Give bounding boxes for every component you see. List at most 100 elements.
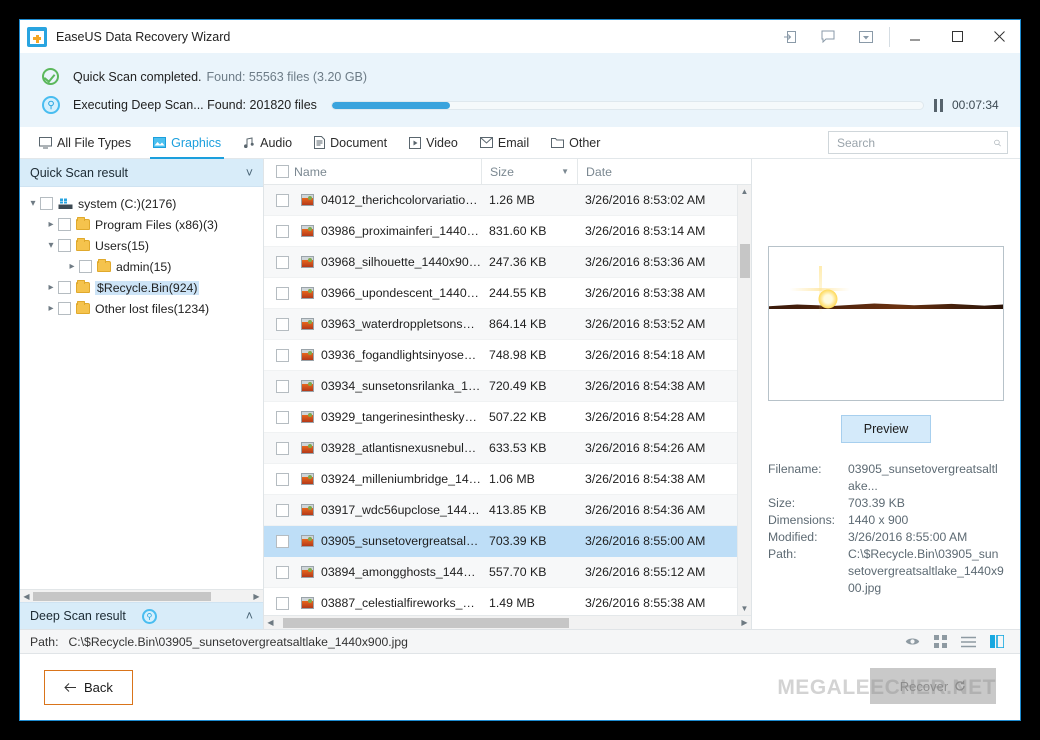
tree-item-program-files[interactable]: ▸ Program Files (x86)(3): [20, 214, 263, 235]
scroll-left-icon[interactable]: ◀: [264, 618, 277, 627]
row-checkbox[interactable]: [276, 596, 289, 610]
row-checkbox[interactable]: [276, 441, 289, 455]
pause-icon[interactable]: [934, 98, 943, 112]
tree-checkbox[interactable]: [79, 260, 92, 273]
chevron-right-icon[interactable]: ▸: [44, 303, 58, 314]
tab-other[interactable]: Other: [540, 127, 611, 158]
list-view-icon[interactable]: [961, 636, 976, 648]
minimize-icon[interactable]: [894, 20, 936, 53]
column-header-date[interactable]: Date: [577, 158, 737, 185]
tree-checkbox[interactable]: [40, 197, 53, 210]
table-row[interactable]: 03928_atlantisnexusnebula_144... 633.53 …: [264, 433, 737, 464]
deep-scan-result-header[interactable]: Deep Scan result ⚲ ˄: [20, 602, 263, 629]
scroll-thumb[interactable]: [739, 244, 750, 278]
tree-checkbox[interactable]: [58, 239, 71, 252]
row-checkbox[interactable]: [276, 224, 289, 238]
split-view-icon[interactable]: [990, 635, 1004, 648]
tab-all-file-types[interactable]: All File Types: [28, 127, 142, 158]
scroll-track[interactable]: [277, 617, 738, 628]
tree-item-users[interactable]: ▾ Users(15): [20, 235, 263, 256]
table-row[interactable]: 03887_celestialfireworks_1440x... 1.49 M…: [264, 588, 737, 615]
table-row[interactable]: 03986_proximainferi_1440x900.... 831.60 …: [264, 216, 737, 247]
row-checkbox[interactable]: [276, 534, 289, 548]
tab-email[interactable]: Email: [469, 127, 540, 158]
row-checkbox[interactable]: [276, 410, 289, 424]
table-row[interactable]: 03934_sunsetonsrilanka_1440x... 720.49 K…: [264, 371, 737, 402]
row-checkbox[interactable]: [276, 348, 289, 362]
column-header-name[interactable]: Name: [264, 165, 481, 179]
login-icon[interactable]: [771, 20, 809, 53]
app-title: EaseUS Data Recovery Wizard: [56, 29, 231, 44]
sidebar-horizontal-scrollbar[interactable]: ◀ ▶: [20, 589, 263, 602]
preview-button-wrap: Preview: [752, 415, 1020, 443]
tab-audio[interactable]: Audio: [232, 127, 303, 158]
meta-modified: Modified: 3/26/2016 8:55:00 AM: [768, 529, 1004, 546]
column-header-size[interactable]: Size ▼: [481, 158, 577, 185]
tree-checkbox[interactable]: [58, 218, 71, 231]
tab-video[interactable]: Video: [398, 127, 469, 158]
chevron-right-icon[interactable]: ▸: [65, 261, 79, 272]
chevron-right-icon[interactable]: ▸: [44, 219, 58, 230]
scroll-track[interactable]: [738, 198, 752, 602]
close-icon[interactable]: [978, 20, 1020, 53]
maximize-icon[interactable]: [936, 20, 978, 53]
scroll-left-icon[interactable]: ◀: [20, 592, 33, 601]
search-input[interactable]: [835, 134, 994, 151]
file-list-vertical-scrollbar[interactable]: ▲ ▼: [737, 185, 751, 615]
preview-thumbnail[interactable]: [768, 246, 1004, 401]
row-checkbox[interactable]: [276, 317, 289, 331]
chevron-down-icon[interactable]: ˅: [246, 166, 253, 180]
file-list-horizontal-scrollbar[interactable]: ◀ ▶: [264, 615, 751, 629]
table-row[interactable]: 04012_therichcolorvariationsof... 1.26 M…: [264, 185, 737, 216]
tree-item-system[interactable]: ▾ system (C:)(2176): [20, 193, 263, 214]
preview-button[interactable]: Preview: [840, 415, 932, 443]
table-row[interactable]: 03924_milleniumbridge_1440x9... 1.06 MB …: [264, 464, 737, 495]
table-row[interactable]: 03963_waterdroppletsonsunro... 864.14 KB…: [264, 309, 737, 340]
scroll-right-icon[interactable]: ▶: [738, 618, 751, 627]
scroll-thumb[interactable]: [283, 617, 569, 628]
table-row[interactable]: 03966_upondescent_1440x900.... 244.55 KB…: [264, 278, 737, 309]
grid-view-icon[interactable]: [934, 635, 947, 648]
row-checkbox[interactable]: [276, 379, 289, 393]
file-size: 1.49 MB: [489, 596, 535, 610]
row-checkbox[interactable]: [276, 286, 289, 300]
row-checkbox[interactable]: [276, 472, 289, 486]
tree-checkbox[interactable]: [58, 302, 71, 315]
tab-document[interactable]: Document: [303, 127, 398, 158]
chevron-down-icon[interactable]: ▾: [26, 198, 40, 209]
table-row[interactable]: 03917_wdc56upclose_1440x90... 413.85 KB …: [264, 495, 737, 526]
tree-checkbox[interactable]: [58, 281, 71, 294]
file-date: 3/26/2016 8:55:00 AM: [585, 534, 706, 548]
row-checkbox[interactable]: [276, 503, 289, 517]
table-row-selected[interactable]: 03905_sunsetovergreatsaltlake... 703.39 …: [264, 526, 737, 557]
sort-descending-icon[interactable]: ▼: [561, 167, 569, 176]
scroll-thumb[interactable]: [33, 591, 211, 601]
tree-item-admin[interactable]: ▸ admin(15): [20, 256, 263, 277]
scroll-track[interactable]: [33, 591, 250, 601]
table-row[interactable]: 03929_tangerinesinthesky_1440... 507.22 …: [264, 402, 737, 433]
table-row[interactable]: 03968_silhouette_1440x900.jpg 247.36 KB …: [264, 247, 737, 278]
row-checkbox[interactable]: [276, 255, 289, 269]
tree-item-recycle-bin[interactable]: ▸ $Recycle.Bin(924): [20, 277, 263, 298]
chevron-up-icon[interactable]: ˄: [246, 609, 253, 623]
chevron-down-icon[interactable]: ▾: [44, 240, 58, 251]
table-row[interactable]: 03936_fogandlightsinyosemite... 748.98 K…: [264, 340, 737, 371]
chevron-right-icon[interactable]: ▸: [44, 282, 58, 293]
table-row[interactable]: 03894_amongghosts_1440x900... 557.70 KB …: [264, 557, 737, 588]
select-all-checkbox[interactable]: [276, 165, 289, 178]
scroll-down-icon[interactable]: ▼: [741, 602, 749, 615]
file-metadata: Filename: 03905_sunsetovergreatsaltlake.…: [768, 461, 1004, 597]
row-checkbox[interactable]: [276, 565, 289, 579]
scroll-up-icon[interactable]: ▲: [741, 185, 749, 198]
eye-icon[interactable]: [905, 636, 920, 647]
search-box[interactable]: [828, 131, 1008, 154]
back-button[interactable]: Back: [44, 669, 133, 705]
tab-graphics[interactable]: Graphics: [142, 127, 232, 159]
row-checkbox[interactable]: [276, 193, 289, 207]
scroll-right-icon[interactable]: ▶: [250, 592, 263, 601]
scan-icon: ⚲: [141, 608, 157, 624]
dropdown-icon[interactable]: [847, 20, 885, 53]
quick-scan-result-header[interactable]: Quick Scan result ˅: [20, 159, 263, 187]
feedback-icon[interactable]: [809, 20, 847, 53]
tree-item-other-lost-files[interactable]: ▸ Other lost files(1234): [20, 298, 263, 319]
